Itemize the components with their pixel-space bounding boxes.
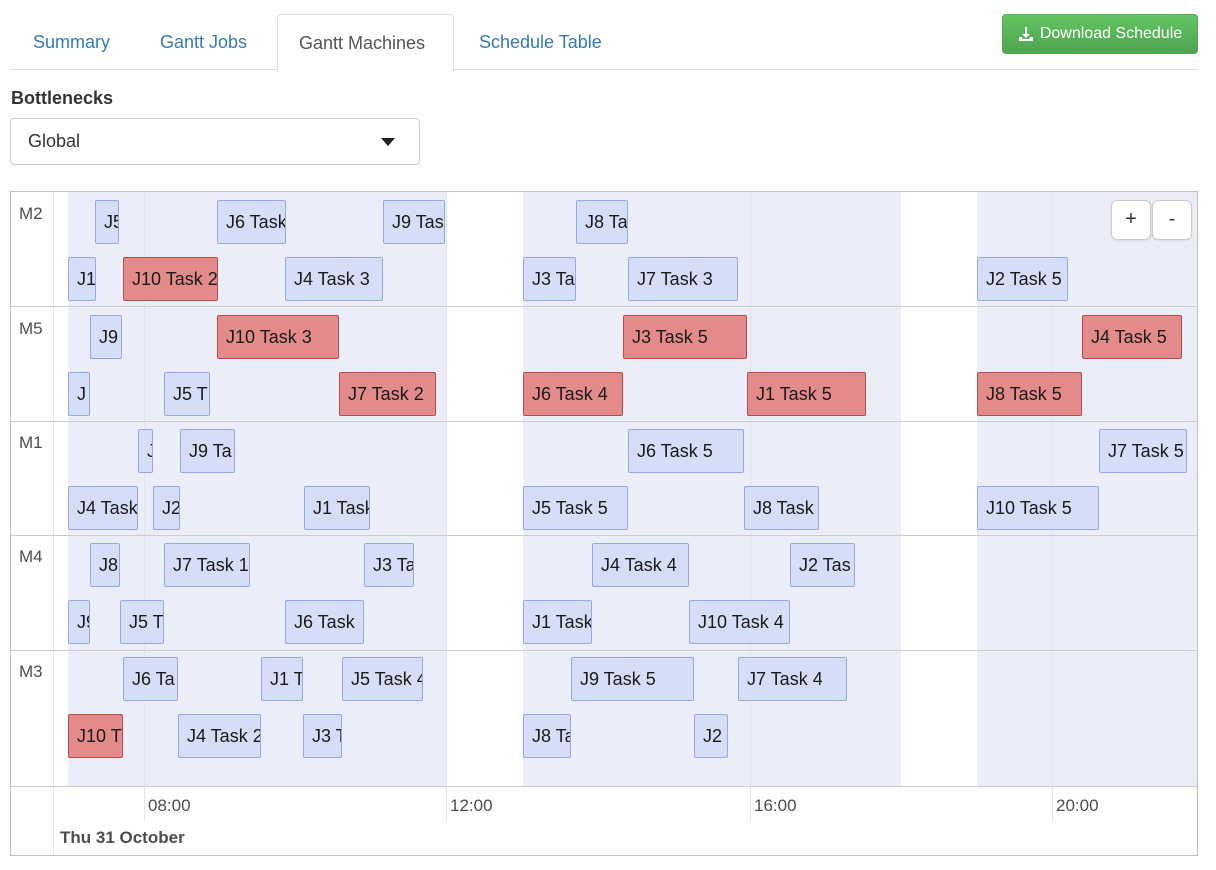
- task-item[interactable]: J4 Task: [68, 486, 138, 530]
- tab-gantt-machines[interactable]: Gantt Machines: [277, 14, 454, 71]
- machine-label-m4: M4: [19, 547, 43, 566]
- task-item[interactable]: J4 Task 2: [178, 714, 261, 758]
- task-item-bottleneck[interactable]: J3 Task 5: [623, 315, 747, 359]
- task-item[interactable]: J1 T: [261, 657, 303, 701]
- task-item[interactable]: J6 Ta: [123, 657, 178, 701]
- machine-label-m5: M5: [19, 319, 43, 338]
- task-item[interactable]: J5 T: [120, 600, 164, 644]
- task-item[interactable]: J: [68, 372, 90, 416]
- tab-schedule-table[interactable]: Schedule Table: [456, 14, 626, 70]
- task-item[interactable]: J5 Task 4: [342, 657, 423, 701]
- task-item[interactable]: J10 Task 5: [977, 486, 1099, 530]
- task-item[interactable]: J2 Task 5: [977, 257, 1068, 301]
- task-item[interactable]: J9: [90, 315, 122, 359]
- task-item[interactable]: J5 T: [164, 372, 210, 416]
- axis-tick-label: 20:00: [1056, 796, 1099, 815]
- task-item[interactable]: J8 Task: [744, 486, 819, 530]
- task-item[interactable]: J8: [90, 543, 120, 587]
- task-item-bottleneck[interactable]: J10 T: [68, 714, 123, 758]
- task-item[interactable]: J2: [153, 486, 180, 530]
- task-item-bottleneck[interactable]: J10 Task 2: [123, 257, 218, 301]
- task-item[interactable]: J3 Ta: [523, 257, 576, 301]
- task-item[interactable]: J4 Task 4: [592, 543, 689, 587]
- task-item[interactable]: J8 Ta: [523, 714, 571, 758]
- task-item[interactable]: J1: [68, 257, 96, 301]
- task-item[interactable]: J9 Task 5: [571, 657, 694, 701]
- task-item[interactable]: J6 Task: [285, 600, 364, 644]
- task-item[interactable]: J7 Task 3: [628, 257, 738, 301]
- group-separator: [11, 306, 1197, 307]
- task-item-bottleneck[interactable]: J6 Task 4: [523, 372, 623, 416]
- tab-gantt-jobs[interactable]: Gantt Jobs: [137, 14, 277, 70]
- tab-summary[interactable]: Summary: [10, 14, 134, 70]
- task-item[interactable]: J7 Task 5: [1099, 429, 1187, 473]
- download-icon: [1018, 27, 1033, 41]
- axis-tick-label: 08:00: [148, 796, 191, 815]
- machine-label-m2: M2: [19, 204, 43, 223]
- task-item[interactable]: J: [138, 429, 153, 473]
- task-item[interactable]: J2: [694, 714, 728, 758]
- task-item[interactable]: J9: [68, 600, 90, 644]
- bottleneck-select[interactable]: Global: [10, 118, 420, 165]
- task-item[interactable]: J6 Task: [217, 200, 286, 244]
- bottlenecks-label: Bottlenecks: [11, 88, 114, 108]
- task-item[interactable]: J5: [95, 200, 119, 244]
- axis-date-label: Thu 31 October: [60, 828, 185, 847]
- group-separator: [11, 421, 1197, 422]
- task-item[interactable]: J6 Task 5: [628, 429, 744, 473]
- group-separator: [11, 650, 1197, 651]
- group-separator: [11, 535, 1197, 536]
- task-item[interactable]: J1 Task: [304, 486, 370, 530]
- gantt-timeline[interactable]: M2 M5 M1 M4 M3 J5 J6 Task J9 Tas J8 Ta J…: [10, 191, 1198, 856]
- task-item[interactable]: J7 Task 1: [164, 543, 250, 587]
- machine-label-m3: M3: [19, 662, 43, 681]
- task-item-bottleneck[interactable]: J10 Task 3: [217, 315, 339, 359]
- task-item-bottleneck[interactable]: J7 Task 2: [339, 372, 436, 416]
- task-item[interactable]: J1 Task: [523, 600, 592, 644]
- task-item[interactable]: J3 T: [303, 714, 342, 758]
- task-item[interactable]: J9 Ta: [180, 429, 235, 473]
- task-item[interactable]: J4 Task 3: [285, 257, 383, 301]
- task-item[interactable]: J7 Task 4: [738, 657, 847, 701]
- task-item-bottleneck[interactable]: J4 Task 5: [1082, 315, 1182, 359]
- task-item[interactable]: J3 Ta: [364, 543, 414, 587]
- task-item-bottleneck[interactable]: J8 Task 5: [977, 372, 1082, 416]
- machine-label-m1: M1: [19, 433, 43, 452]
- download-schedule-button[interactable]: Download Schedule: [1002, 14, 1198, 54]
- axis-tick-label: 16:00: [754, 796, 797, 815]
- task-item[interactable]: J8 Ta: [576, 200, 628, 244]
- task-item[interactable]: J9 Tas: [383, 200, 445, 244]
- task-item[interactable]: J5 Task 5: [523, 486, 628, 530]
- task-item-bottleneck[interactable]: J1 Task 5: [747, 372, 866, 416]
- zoom-in-button[interactable]: +: [1111, 200, 1151, 240]
- time-axis: 08:00 12:00 16:00 20:00 Thu 31 October: [54, 786, 1197, 855]
- bottleneck-selected-value: Global: [28, 131, 81, 151]
- task-item[interactable]: J10 Task 4: [689, 600, 790, 644]
- caret-down-icon: [381, 138, 395, 146]
- download-schedule-label: Download Schedule: [1039, 25, 1183, 42]
- machine-labels: M2 M5 M1 M4 M3: [11, 192, 54, 855]
- task-item[interactable]: J2 Tas: [790, 543, 855, 587]
- axis-tick-label: 12:00: [450, 796, 493, 815]
- zoom-out-button[interactable]: -: [1152, 200, 1192, 240]
- gantt-center-panel: J5 J6 Task J9 Tas J8 Ta J1 J10 Task 2 J4…: [54, 192, 1197, 786]
- grid-line: [446, 192, 447, 786]
